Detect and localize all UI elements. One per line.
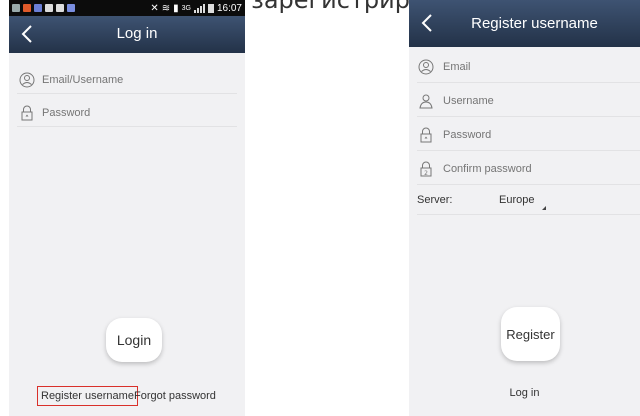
user-circle-icon	[417, 58, 435, 76]
header-bar: Log in	[9, 16, 245, 53]
password-input[interactable]	[42, 107, 212, 119]
email-input[interactable]	[42, 74, 212, 86]
app-icon	[56, 4, 64, 12]
username-field[interactable]	[417, 86, 640, 117]
password-field[interactable]	[17, 100, 237, 127]
log-in-link[interactable]: Log in	[409, 387, 640, 399]
notification-icon	[12, 4, 20, 12]
sim-icon: ▮	[173, 2, 179, 14]
wifi-icon: ≋	[161, 2, 171, 14]
page-title: Register username	[471, 15, 598, 32]
mute-icon: ✕	[150, 2, 159, 14]
status-indicators: ✕ ≋ ▮ 3G 16:07	[150, 0, 242, 16]
person-icon	[417, 92, 435, 110]
register-button[interactable]: Register	[501, 307, 560, 361]
user-icon	[18, 71, 36, 89]
network-type: 3G	[181, 4, 191, 12]
password-input[interactable]	[443, 129, 623, 141]
lock-icon	[417, 126, 435, 144]
server-label: Server:	[417, 194, 453, 206]
app-icon	[67, 4, 75, 12]
app-icon	[34, 4, 42, 12]
confirm-password-field[interactable]: 2	[417, 154, 640, 185]
lock-2-icon: 2	[417, 160, 435, 178]
login-screen: ✕ ≋ ▮ 3G 16:07 Log in Login Register use…	[9, 0, 245, 416]
header-bar: Register username	[409, 0, 640, 47]
email-field[interactable]	[417, 52, 640, 83]
svg-text:2: 2	[424, 170, 428, 177]
dropdown-corner-icon	[542, 206, 547, 210]
signal-icon	[193, 3, 205, 13]
lock-icon	[18, 104, 36, 122]
register-username-link[interactable]: Register username	[37, 386, 138, 406]
app-icon	[23, 4, 31, 12]
server-value: Europe	[499, 194, 535, 206]
page-title: Log in	[116, 25, 158, 42]
confirm-password-input[interactable]	[443, 163, 623, 175]
forgot-password-link[interactable]: Forgot password	[134, 386, 216, 406]
login-button[interactable]: Login	[106, 318, 162, 362]
clock: 16:07	[216, 2, 242, 14]
app-icon	[45, 4, 53, 12]
status-bar: ✕ ≋ ▮ 3G 16:07	[9, 0, 245, 16]
username-input[interactable]	[443, 95, 623, 107]
email-input[interactable]	[443, 61, 623, 73]
battery-icon	[207, 3, 214, 13]
server-row: Server: Europe	[417, 186, 640, 215]
server-select[interactable]: Europe	[499, 194, 547, 210]
register-screen: Register username 2 Server: Europe Regis…	[409, 0, 640, 416]
email-field[interactable]	[17, 67, 237, 94]
password-field[interactable]	[417, 120, 640, 151]
